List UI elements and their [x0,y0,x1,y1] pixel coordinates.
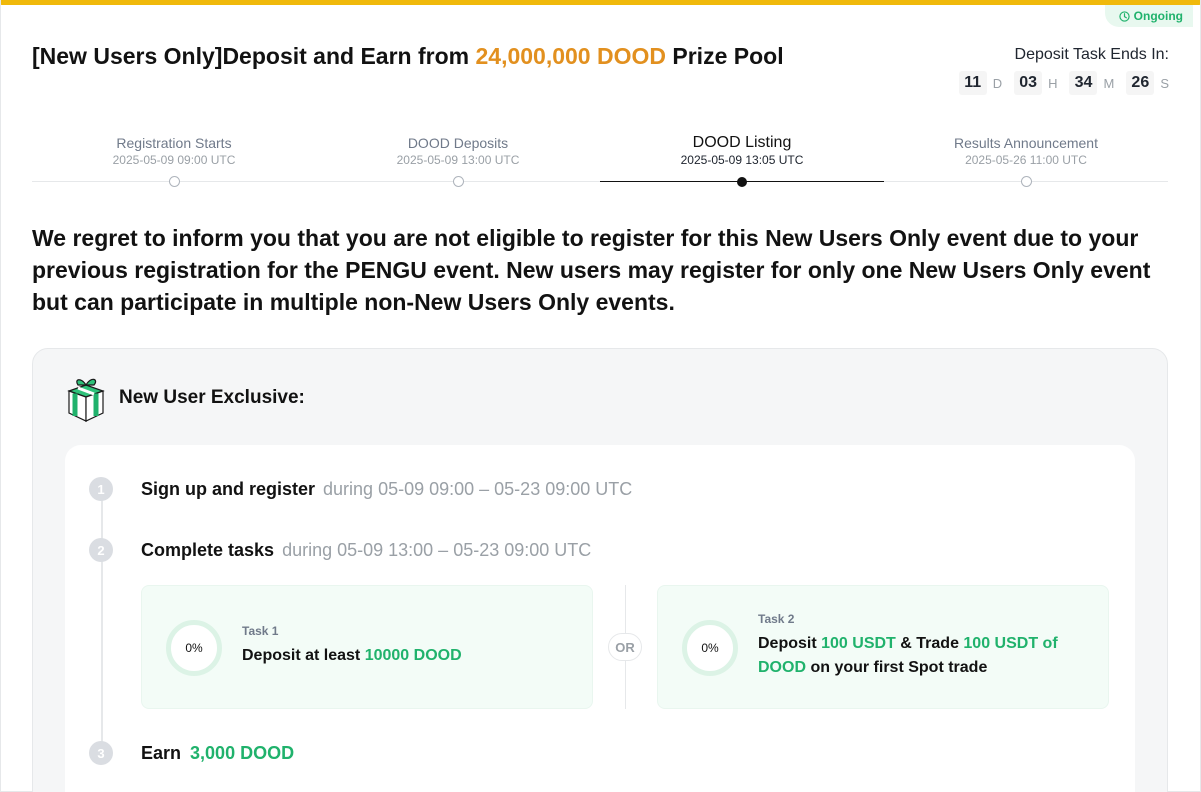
countdown-hours-unit: H [1048,75,1058,91]
page-title: [New Users Only]Deposit and Earn from 24… [32,40,792,72]
timeline-step-date: 2025-05-26 11:00 UTC [965,153,1087,167]
progress-ring: 0% [682,620,738,676]
card-title: New User Exclusive: [119,387,305,408]
timeline-step-results: Results Announcement 2025-05-26 11:00 UT… [884,134,1168,187]
step-period: during 05-09 09:00 – 05-23 09:00 UTC [323,478,633,499]
task-card-2[interactable]: 0% Task 2 Deposit 100 USDT & Trade 100 U… [657,585,1109,709]
task-label: Task 2 [758,612,795,626]
countdown-days-unit: D [992,75,1003,91]
timeline-step-name: Registration Starts [116,135,232,151]
step-title: Sign up and register [141,478,316,499]
task-text: on your first Spot trade [806,659,988,676]
title-highlight: 24,000,000 DOOD [475,43,666,69]
step-number: 1 [89,477,113,501]
timeline-dot-active [737,177,747,187]
gift-icon [67,378,105,422]
countdown-hours: 03 [1014,71,1043,95]
timeline-step-registration: Registration Starts 2025-05-09 09:00 UTC [32,134,316,187]
steps-connector [101,489,103,757]
step-title: Complete tasks [141,539,275,560]
title-prefix: [New Users Only]Deposit and Earn from [32,43,476,69]
new-user-card: New User Exclusive: 1 Sign up and regist… [32,348,1168,792]
timeline-step-date: 2025-05-09 13:00 UTC [396,153,520,167]
task-amount: 100 USDT [821,635,896,652]
clock-icon [1118,10,1130,22]
task-amount: 10000 DOOD [364,647,462,664]
title-suffix: Prize Pool [666,43,784,69]
task-text: Deposit at least [242,647,365,664]
timeline-step-listing: DOOD Listing 2025-05-09 13:05 UTC [600,134,884,187]
step-period: during 05-09 13:00 – 05-23 09:00 UTC [282,539,592,560]
countdown-days: 11 [958,71,987,95]
step-number: 3 [89,741,113,765]
task-description: Deposit 100 USDT & Trade 100 USDT of DOO… [758,632,1088,680]
timeline-step-deposits: DOOD Deposits 2025-05-09 13:00 UTC [316,134,600,187]
ineligibility-notice: We regret to inform you that you are not… [32,225,1151,315]
reward-amount: 3,000 DOOD [190,742,295,763]
progress-ring: 0% [166,620,222,676]
timeline-dot [453,176,464,187]
timeline-dot [1021,176,1032,187]
countdown-seconds-unit: S [1160,75,1169,91]
countdown-minutes-unit: M [1103,75,1115,91]
status-badge: Ongoing [1104,5,1193,27]
status-label: Ongoing [1133,9,1183,23]
timeline-step-name: DOOD Listing [692,134,792,151]
card-header: New User Exclusive: [65,373,305,423]
timeline-step-name: Results Announcement [954,135,1098,151]
countdown-timer: 11 D 03 H 34 M 26 S [958,71,1169,95]
timeline-step-date: 2025-05-09 09:00 UTC [112,153,236,167]
step-complete-tasks: 2 Complete tasks during 05-09 13:00 – 05… [89,538,591,562]
task-label: Task 1 [242,624,279,638]
step-earn: 3 Earn 3,000 DOOD [89,741,294,765]
countdown-label: Deposit Task Ends In: [1014,46,1169,63]
steps-panel: 1 Sign up and register during 05-09 09:0… [65,445,1135,792]
timeline-step-name: DOOD Deposits [407,135,509,151]
step-number: 2 [89,538,113,562]
task-description: Deposit at least 10000 DOOD [242,644,572,668]
task-text: & Trade [895,635,964,652]
countdown-minutes: 34 [1069,71,1098,95]
task-text: Deposit [758,635,822,652]
timeline-dot [169,176,180,187]
step-register: 1 Sign up and register during 05-09 09:0… [89,477,632,501]
event-timeline: Registration Starts 2025-05-09 09:00 UTC… [32,134,1168,190]
step-title: Earn [141,742,182,763]
or-badge: OR [608,633,642,661]
countdown-seconds: 26 [1126,71,1155,95]
task-card-1[interactable]: 0% Task 1 Deposit at least 10000 DOOD [141,585,593,709]
timeline-step-date: 2025-05-09 13:05 UTC [680,153,804,167]
